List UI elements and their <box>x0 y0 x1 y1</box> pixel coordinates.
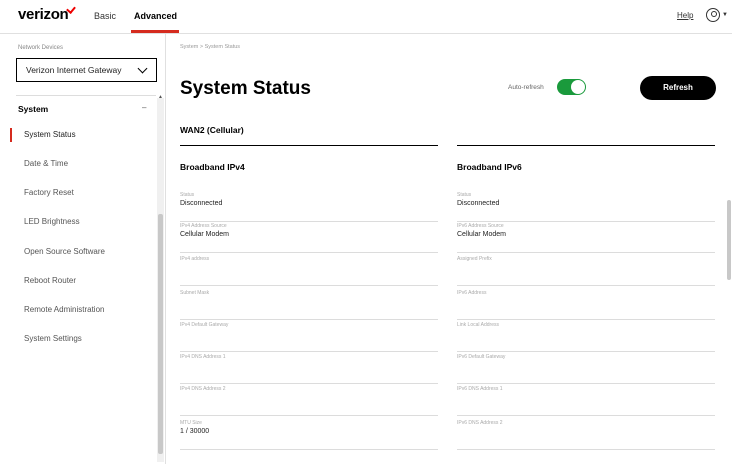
wan-section-title: WAN2 (Cellular) <box>180 125 244 135</box>
field-label: IPv4 DNS Address 2 <box>180 386 226 392</box>
field-label: Status <box>457 192 472 198</box>
main-scrollbar-thumb[interactable] <box>727 200 731 280</box>
active-item-indicator <box>10 128 12 142</box>
field-divider <box>457 415 715 416</box>
field-label: Subnet Mask <box>180 290 210 296</box>
field-label: MTU Size <box>180 420 202 426</box>
ipv4-section-rule <box>180 145 438 146</box>
device-select-label: Network Devices <box>18 45 64 51</box>
ipv6-section-rule <box>457 145 715 146</box>
ipv4-field-mtu: MTU Size 1 / 30000 <box>180 420 438 450</box>
ipv4-column-title: Broadband IPv4 <box>180 162 245 172</box>
toggle-knob <box>571 80 585 94</box>
tab-advanced[interactable]: Advanced <box>134 11 177 21</box>
field-divider <box>180 415 438 416</box>
field-divider <box>457 449 715 450</box>
ipv4-field-dns-1: IPv4 DNS Address 1 <box>180 354 438 384</box>
sidebar-section-system[interactable]: System <box>18 104 48 114</box>
field-label: IPv6 Default Gateway <box>457 354 506 360</box>
ipv6-field-default-gateway: IPv6 Default Gateway <box>457 354 715 384</box>
field-divider <box>457 285 715 286</box>
ipv6-column-title: Broadband IPv6 <box>457 162 522 172</box>
field-divider <box>180 252 438 253</box>
field-divider <box>457 221 715 222</box>
ipv6-field-dns-2: IPv6 DNS Address 2 <box>457 420 715 450</box>
user-account-icon[interactable] <box>706 8 720 22</box>
field-divider <box>180 449 438 450</box>
sidebar-item-factory-reset[interactable]: Factory Reset <box>24 188 74 197</box>
auto-refresh-toggle[interactable] <box>557 79 586 95</box>
field-label: IPv6 Address <box>457 290 487 296</box>
ipv6-field-dns-1: IPv6 DNS Address 1 <box>457 386 715 416</box>
sidebar: Network Devices Verizon Internet Gateway… <box>0 34 166 464</box>
sidebar-item-remote-administration[interactable]: Remote Administration <box>24 305 104 314</box>
sidebar-item-led-brightness[interactable]: LED Brightness <box>24 217 80 226</box>
field-label: Link Local Address <box>457 322 499 328</box>
breadcrumb[interactable]: System > System Status <box>180 44 240 50</box>
ipv4-field-dns-2: IPv4 DNS Address 2 <box>180 386 438 416</box>
verizon-logo[interactable]: verizon <box>18 6 69 23</box>
ipv6-field-address-source: IPv6 Address Source Cellular Modem <box>457 223 715 253</box>
chevron-down-icon[interactable]: ▼ <box>722 12 728 18</box>
field-label: IPv4 Address Source <box>180 223 227 229</box>
field-label: IPv4 Default Gateway <box>180 322 229 328</box>
field-label: IPv6 Address Source <box>457 223 504 229</box>
field-divider <box>457 319 715 320</box>
field-divider <box>180 221 438 222</box>
field-label: IPv4 DNS Address 1 <box>180 354 226 360</box>
device-select[interactable]: Verizon Internet Gateway <box>16 58 157 82</box>
sidebar-item-system-settings[interactable]: System Settings <box>24 334 82 343</box>
page-title: System Status <box>180 78 311 99</box>
auto-refresh-label: Auto-refresh <box>508 84 544 91</box>
field-label: Assigned Prefix <box>457 256 492 262</box>
field-value: 1 / 30000 <box>180 428 210 435</box>
ipv6-field-address: IPv6 Address <box>457 290 715 320</box>
field-value: Disconnected <box>457 200 500 207</box>
field-divider <box>180 383 438 384</box>
scroll-up-icon[interactable]: ▲ <box>158 94 163 100</box>
field-label: Status <box>180 192 195 198</box>
refresh-button[interactable]: Refresh <box>640 76 716 100</box>
ipv4-field-address: IPv4 address <box>180 256 438 286</box>
ipv4-field-status: Status Disconnected <box>180 192 438 222</box>
active-tab-indicator <box>131 30 179 33</box>
field-divider <box>457 252 715 253</box>
field-value: Disconnected <box>180 200 223 207</box>
field-divider <box>180 285 438 286</box>
help-link[interactable]: Help <box>677 11 693 20</box>
ipv6-field-link-local: Link Local Address <box>457 322 715 352</box>
sidebar-item-date-time[interactable]: Date & Time <box>24 159 68 168</box>
ipv6-field-assigned-prefix: Assigned Prefix <box>457 256 715 286</box>
field-divider <box>457 383 715 384</box>
field-divider <box>180 351 438 352</box>
chevron-down-icon <box>137 63 148 74</box>
field-value: Cellular Modem <box>180 231 230 238</box>
field-divider <box>457 351 715 352</box>
sidebar-divider <box>16 95 156 96</box>
field-label: IPv6 DNS Address 2 <box>457 420 503 426</box>
field-divider <box>180 319 438 320</box>
ipv4-field-default-gateway: IPv4 Default Gateway <box>180 322 438 352</box>
ipv4-field-subnet-mask: Subnet Mask <box>180 290 438 320</box>
sidebar-item-system-status[interactable]: System Status <box>24 130 76 139</box>
ipv4-field-address-source: IPv4 Address Source Cellular Modem <box>180 223 438 253</box>
top-navigation-bar: verizon Basic Advanced Help ▼ <box>0 0 732 34</box>
tab-basic[interactable]: Basic <box>94 11 116 21</box>
field-value: Cellular Modem <box>457 231 507 238</box>
device-select-value: Verizon Internet Gateway <box>26 65 122 75</box>
collapse-icon[interactable]: – <box>142 103 146 112</box>
ipv6-field-status: Status Disconnected <box>457 192 715 222</box>
sidebar-item-reboot-router[interactable]: Reboot Router <box>24 276 76 285</box>
sidebar-item-open-source-software[interactable]: Open Source Software <box>24 247 105 256</box>
sidebar-scrollbar-thumb[interactable] <box>158 214 163 454</box>
field-label: IPv4 address <box>180 256 210 262</box>
field-label: IPv6 DNS Address 1 <box>457 386 503 392</box>
